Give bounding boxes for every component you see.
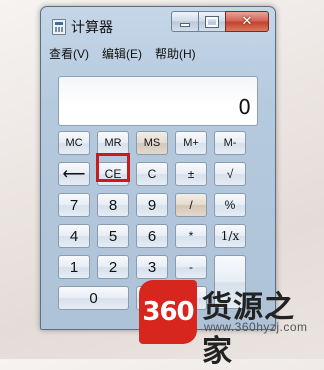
- menu-edit[interactable]: 编辑(E): [102, 45, 142, 62]
- m-plus-button[interactable]: M+: [175, 131, 207, 155]
- watermark-url: www.360hyzj.com: [204, 320, 308, 334]
- menu-view[interactable]: 查看(V): [49, 45, 89, 62]
- digit-0-button[interactable]: 0: [58, 286, 129, 310]
- digit-8-button[interactable]: 8: [97, 193, 129, 217]
- watermark-badge: 360: [139, 280, 197, 344]
- maximize-icon: [205, 15, 219, 28]
- reciprocal-button[interactable]: 1/x: [214, 224, 246, 248]
- m-minus-button[interactable]: M-: [214, 131, 246, 155]
- plus-minus-button[interactable]: ±: [175, 162, 207, 186]
- menu-help[interactable]: 帮助(H): [155, 45, 196, 62]
- caption-buttons: ✕: [171, 11, 269, 32]
- minimize-button[interactable]: [171, 11, 198, 32]
- window-title: 计算器: [71, 19, 113, 35]
- digit-9-button[interactable]: 9: [136, 193, 168, 217]
- c-button[interactable]: C: [136, 162, 168, 186]
- mc-button[interactable]: MC: [58, 131, 90, 155]
- ms-button[interactable]: MS: [136, 131, 168, 155]
- digit-4-button[interactable]: 4: [58, 224, 90, 248]
- mr-button[interactable]: MR: [97, 131, 129, 155]
- maximize-button[interactable]: [198, 11, 225, 32]
- digit-2-button[interactable]: 2: [97, 255, 129, 279]
- minus-button[interactable]: -: [175, 255, 207, 279]
- divide-button[interactable]: /: [175, 193, 207, 217]
- digit-5-button[interactable]: 5: [97, 224, 129, 248]
- calculator-app-icon: [52, 19, 66, 35]
- digit-6-button[interactable]: 6: [136, 224, 168, 248]
- menu-bar: 查看(V) 编辑(E) 帮助(H): [49, 45, 209, 62]
- display-value: 0: [238, 95, 251, 119]
- title-bar[interactable]: 计算器 ✕: [41, 7, 275, 39]
- percent-button[interactable]: %: [214, 193, 246, 217]
- digit-7-button[interactable]: 7: [58, 193, 90, 217]
- sqrt-button[interactable]: √: [214, 162, 246, 186]
- close-icon: ✕: [241, 14, 253, 29]
- backspace-button[interactable]: ⟵: [58, 162, 90, 186]
- digit-3-button[interactable]: 3: [136, 255, 168, 279]
- digit-1-button[interactable]: 1: [58, 255, 90, 279]
- watermark-logo: 360 货源之家 www.360hyzj.com: [139, 278, 320, 368]
- result-display: 0: [58, 76, 258, 126]
- minimize-icon: [180, 22, 190, 27]
- c-button-highlight-box: [96, 153, 130, 182]
- multiply-button[interactable]: *: [175, 224, 207, 248]
- close-button[interactable]: ✕: [225, 11, 269, 32]
